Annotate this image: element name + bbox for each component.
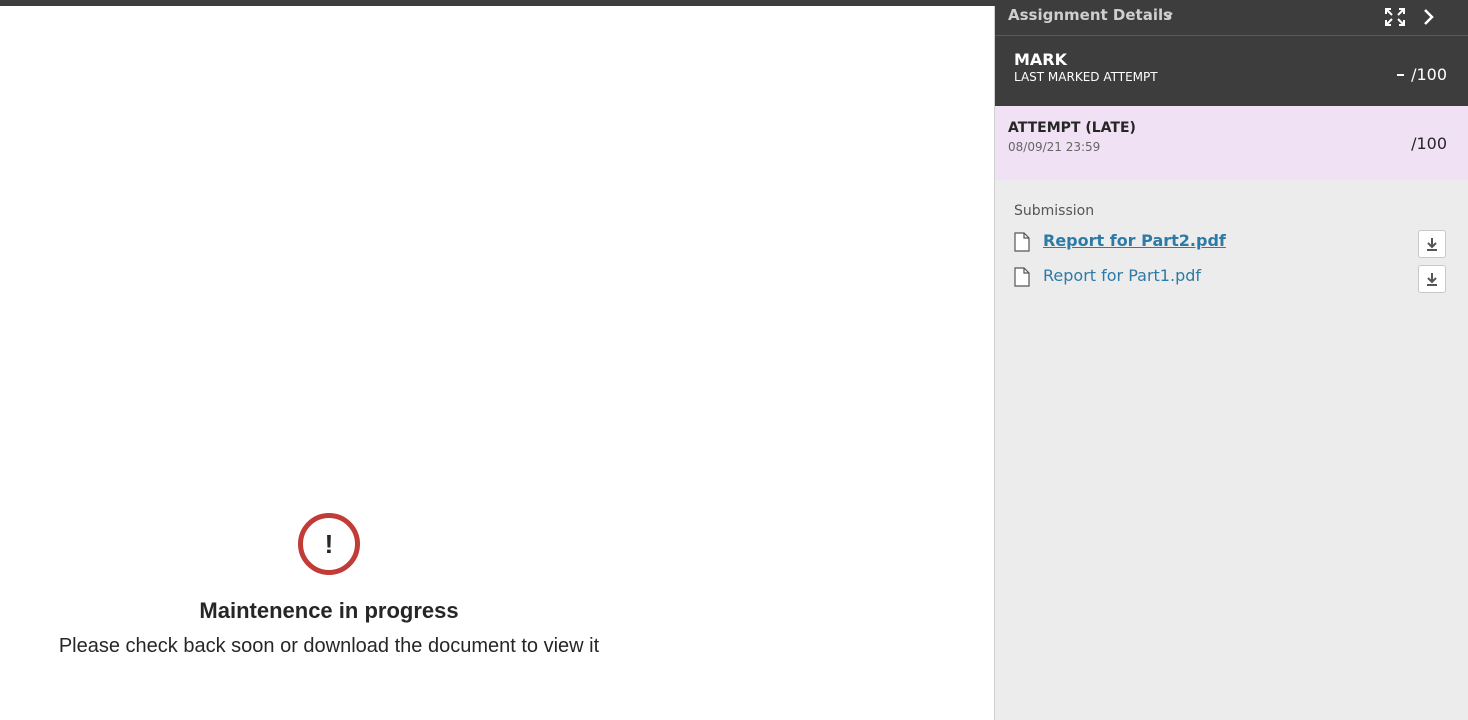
submission-file-row: Report for Part1.pdf [995, 265, 1468, 295]
attempt-date: 08/09/21 23:59 [1008, 140, 1101, 154]
maintenance-subtitle: Please check back soon or download the d… [58, 635, 600, 657]
submission-heading: Submission [1014, 203, 1095, 219]
file-icon [1014, 232, 1030, 252]
download-button[interactable] [1418, 230, 1446, 258]
attempt-score: /100 [1411, 134, 1447, 153]
submission-file-row: Report for Part2.pdf [995, 230, 1468, 260]
mark-label: MARK [1014, 50, 1068, 69]
expand-icon[interactable] [1383, 6, 1407, 28]
chevron-down-icon[interactable] [1161, 8, 1175, 22]
file-icon [1014, 267, 1030, 287]
file-link-part1[interactable]: Report for Part1.pdf [1043, 266, 1201, 285]
mark-score: /100 [1411, 65, 1447, 84]
panel-header: Assignment Details [995, 6, 1468, 36]
maintenance-title: Maintenence in progress [199, 598, 459, 623]
download-button[interactable] [1418, 265, 1446, 293]
attempt-row[interactable]: ATTEMPT (LATE) 08/09/21 23:59 /100 [995, 106, 1468, 180]
mark-summary: MARK LAST MARKED ATTEMPT /100 [995, 36, 1468, 106]
download-icon [1427, 238, 1437, 251]
assignment-panel: Assignment Details MARK LAST MARKED ATTE… [994, 6, 1468, 720]
document-viewer: ! Maintenence in progress Please check b… [0, 6, 994, 720]
file-link-part2[interactable]: Report for Part2.pdf [1043, 231, 1226, 250]
attempt-label: ATTEMPT (LATE) [1008, 120, 1136, 136]
alert-icon: ! [298, 513, 360, 575]
mark-empty-value [1397, 74, 1404, 76]
mark-sublabel: LAST MARKED ATTEMPT [1014, 70, 1158, 84]
panel-title[interactable]: Assignment Details [1008, 6, 1172, 24]
chevron-right-icon[interactable] [1419, 6, 1439, 28]
download-icon [1427, 273, 1437, 286]
